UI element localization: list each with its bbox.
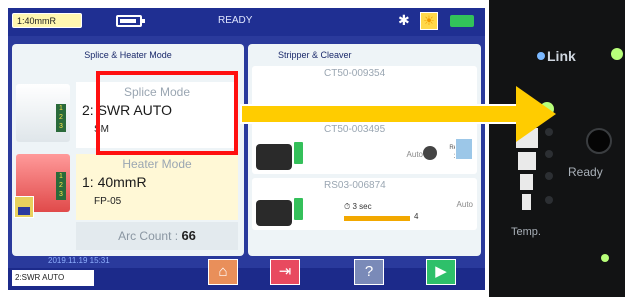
blade-icon: [423, 146, 437, 160]
device-icon[interactable]: [455, 138, 473, 160]
top-status-bar: 1:40mmR READY ✱ ☀: [8, 8, 485, 36]
ready-button[interactable]: [586, 128, 612, 154]
home-icon: ⌂: [218, 263, 228, 280]
panel-title: Splice & Heater Mode: [84, 50, 172, 60]
tool-item[interactable]: CT50-003495 Auto Remains 100%: [252, 122, 477, 174]
level-count: 4: [414, 212, 419, 221]
tool-mode: Auto: [456, 200, 473, 209]
arrow-shaft: [240, 104, 530, 124]
datetime: 2019.11.19 15:31: [48, 256, 110, 265]
battery-level-icon: [294, 198, 303, 220]
led-icon: [601, 254, 609, 262]
tool-mode: Auto: [406, 150, 423, 159]
temp-led-icon: [545, 150, 553, 158]
timer-value: 3 sec: [352, 202, 372, 211]
help-button[interactable]: ?: [354, 259, 384, 285]
heater-setting-field[interactable]: 1:40mmR: [12, 13, 82, 28]
level-bar: [344, 216, 410, 221]
exit-icon: ⇥: [278, 263, 292, 280]
brightness-icon[interactable]: ☀: [420, 12, 438, 30]
arrow-icon: [516, 86, 556, 142]
power-icon: [450, 15, 474, 27]
play-icon: ▶: [435, 263, 447, 280]
timer: ⏱ 3 sec: [344, 202, 372, 211]
stripper-cleaver-panel: Stripper & Cleaver CT50-009354 CT50-0034…: [248, 44, 481, 256]
heater-mode-button[interactable]: Heater Mode 1: 40mmR FP-05: [76, 154, 238, 220]
arc-count-value: 66: [181, 228, 196, 243]
stripper-icon: [256, 200, 292, 226]
led-icon: [611, 48, 623, 60]
heater-mode-value: 1: 40mmR: [82, 174, 147, 190]
arc-count: Arc Count : 66: [76, 222, 238, 250]
temp-scale-segment: [522, 194, 531, 210]
link-led-icon: [537, 52, 545, 60]
splice-fiber-icon: 123: [16, 84, 70, 142]
arc-count-label: Arc Count :: [118, 229, 179, 243]
panel-title: Stripper & Cleaver: [278, 50, 352, 60]
highlight-box: [96, 71, 238, 155]
heater-sleeve-type: FP-05: [94, 196, 122, 207]
link-label: Link: [547, 48, 576, 64]
temp-led-icon: [545, 172, 553, 180]
device-photo: Link Ready Temp.: [489, 0, 625, 297]
tool-item[interactable]: RS03-006874 ⏱ 3 sec Auto 4: [252, 178, 477, 230]
battery-level-icon: [294, 142, 303, 164]
temp-scale-segment: [518, 152, 536, 170]
heater-mode-label: Heater Mode: [122, 157, 192, 171]
cleaver-icon: [256, 144, 292, 170]
temp-led-icon: [545, 196, 553, 204]
tool-id: CT50-003495: [324, 124, 386, 135]
bluetooth-icon[interactable]: ✱: [398, 12, 410, 29]
status-text: READY: [218, 15, 253, 26]
current-mode-field[interactable]: 2:SWR AUTO: [12, 270, 94, 286]
electrode-icon[interactable]: [14, 196, 34, 218]
splicer-screen: 1:40mmR READY ✱ ☀ Splice & Heater Mode 1…: [8, 8, 485, 290]
tool-id: RS03-006874: [324, 180, 386, 191]
temp-scale-segment: [520, 174, 533, 190]
help-icon: ?: [364, 263, 374, 280]
start-button[interactable]: ▶: [426, 259, 456, 285]
exit-button[interactable]: ⇥: [270, 259, 300, 285]
temp-label: Temp.: [511, 226, 541, 238]
home-button[interactable]: ⌂: [208, 259, 238, 285]
tool-id: CT50-009354: [324, 68, 386, 79]
ready-label: Ready: [568, 165, 603, 179]
battery-icon: [116, 15, 145, 27]
